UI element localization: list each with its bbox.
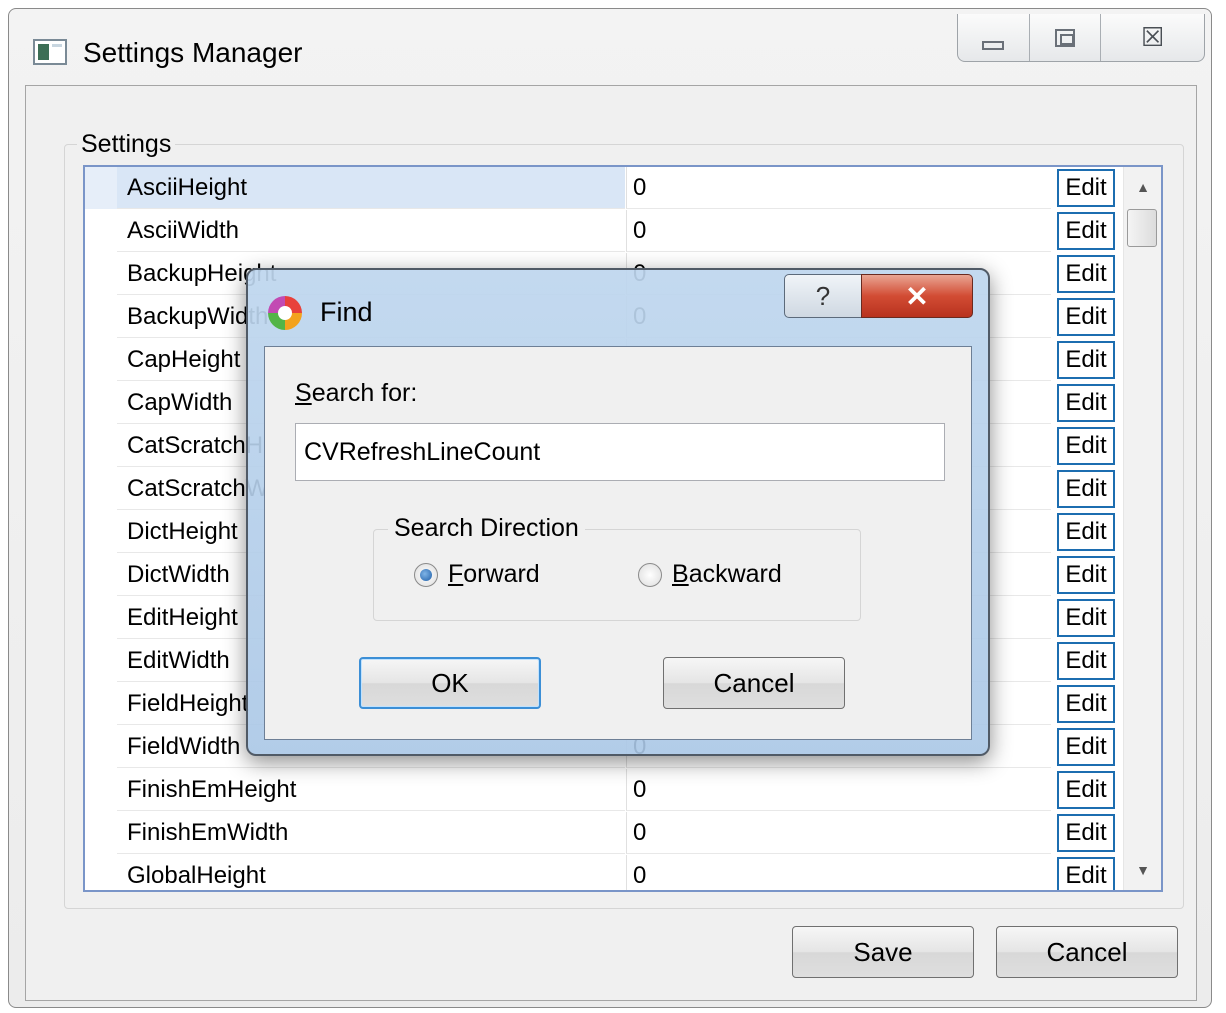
search-direction-group: Search Direction Forward Backward <box>373 512 861 621</box>
setting-name: FinishEmWidth <box>117 812 625 854</box>
table-row[interactable]: AsciiHeight 0 Edit <box>85 167 1121 210</box>
save-button[interactable]: Save <box>792 926 974 978</box>
backward-radio[interactable] <box>638 562 662 587</box>
forward-radio-option[interactable]: Forward <box>414 560 540 589</box>
forward-radio[interactable] <box>414 562 438 587</box>
setting-value[interactable]: 0 <box>626 769 1051 811</box>
window-title: Settings Manager <box>83 37 303 68</box>
setting-name: GlobalHeight <box>117 855 625 890</box>
table-row[interactable]: FinishEmWidth 0 Edit <box>85 812 1121 855</box>
backward-radio-option[interactable]: Backward <box>638 560 782 589</box>
app-window-icon <box>33 39 67 65</box>
backward-label: Backward <box>672 560 782 588</box>
edit-button[interactable]: Edit <box>1057 599 1115 637</box>
find-app-icon <box>268 296 302 330</box>
settings-group-label: Settings <box>77 129 176 159</box>
setting-value[interactable]: 0 <box>626 210 1051 252</box>
edit-button[interactable]: Edit <box>1057 298 1115 336</box>
ok-button[interactable]: OK <box>359 657 541 709</box>
find-dialog: Find ? ✕ Search for: Search Direction Fo… <box>246 268 990 756</box>
edit-button[interactable]: Edit <box>1057 470 1115 508</box>
forward-label: Forward <box>448 560 540 588</box>
edit-button[interactable]: Edit <box>1057 685 1115 723</box>
edit-button[interactable]: Edit <box>1057 427 1115 465</box>
scroll-up-icon[interactable]: ▲ <box>1124 167 1161 207</box>
setting-name: AsciiHeight <box>117 167 625 209</box>
edit-button[interactable]: Edit <box>1057 255 1115 293</box>
maximize-icon <box>1055 28 1076 47</box>
scroll-thumb[interactable] <box>1127 209 1157 247</box>
find-dialog-body: Search for: Search Direction Forward Bac… <box>264 346 972 740</box>
find-close-button[interactable]: ✕ <box>861 274 973 318</box>
edit-button[interactable]: Edit <box>1057 556 1115 594</box>
edit-button[interactable]: Edit <box>1057 814 1115 852</box>
setting-value[interactable]: 0 <box>626 812 1051 854</box>
maximize-button[interactable] <box>1030 14 1102 61</box>
edit-button[interactable]: Edit <box>1057 384 1115 422</box>
edit-button[interactable]: Edit <box>1057 857 1115 890</box>
setting-value[interactable]: 0 <box>626 167 1051 209</box>
edit-button[interactable]: Edit <box>1057 513 1115 551</box>
setting-name: AsciiWidth <box>117 210 625 252</box>
edit-button[interactable]: Edit <box>1057 728 1115 766</box>
close-icon: ☒ <box>1141 22 1165 52</box>
minimize-icon <box>982 41 1005 50</box>
setting-value[interactable]: 0 <box>626 855 1051 890</box>
search-for-label: Search for: <box>295 379 418 407</box>
search-input[interactable] <box>295 423 945 481</box>
scroll-down-icon[interactable]: ▼ <box>1124 850 1161 890</box>
edit-button[interactable]: Edit <box>1057 341 1115 379</box>
edit-button[interactable]: Edit <box>1057 169 1115 207</box>
find-dialog-title: Find <box>320 297 373 327</box>
table-row[interactable]: FinishEmHeight 0 Edit <box>85 769 1121 812</box>
setting-name: FinishEmHeight <box>117 769 625 811</box>
help-button[interactable]: ? <box>784 274 862 318</box>
vertical-scrollbar[interactable]: ▲ ▼ <box>1123 167 1161 890</box>
search-direction-label: Search Direction <box>388 512 585 544</box>
edit-button[interactable]: Edit <box>1057 771 1115 809</box>
help-icon: ? <box>815 280 831 311</box>
edit-button[interactable]: Edit <box>1057 212 1115 250</box>
table-row[interactable]: GlobalHeight 0 Edit <box>85 855 1121 890</box>
close-button[interactable]: ☒ <box>1101 14 1204 61</box>
caption-buttons: ☒ <box>957 14 1205 62</box>
edit-button[interactable]: Edit <box>1057 642 1115 680</box>
cancel-button[interactable]: Cancel <box>996 926 1178 978</box>
table-row[interactable]: AsciiWidth 0 Edit <box>85 210 1121 253</box>
close-icon: ✕ <box>905 280 929 312</box>
find-cancel-button[interactable]: Cancel <box>663 657 845 709</box>
minimize-button[interactable] <box>958 14 1030 61</box>
